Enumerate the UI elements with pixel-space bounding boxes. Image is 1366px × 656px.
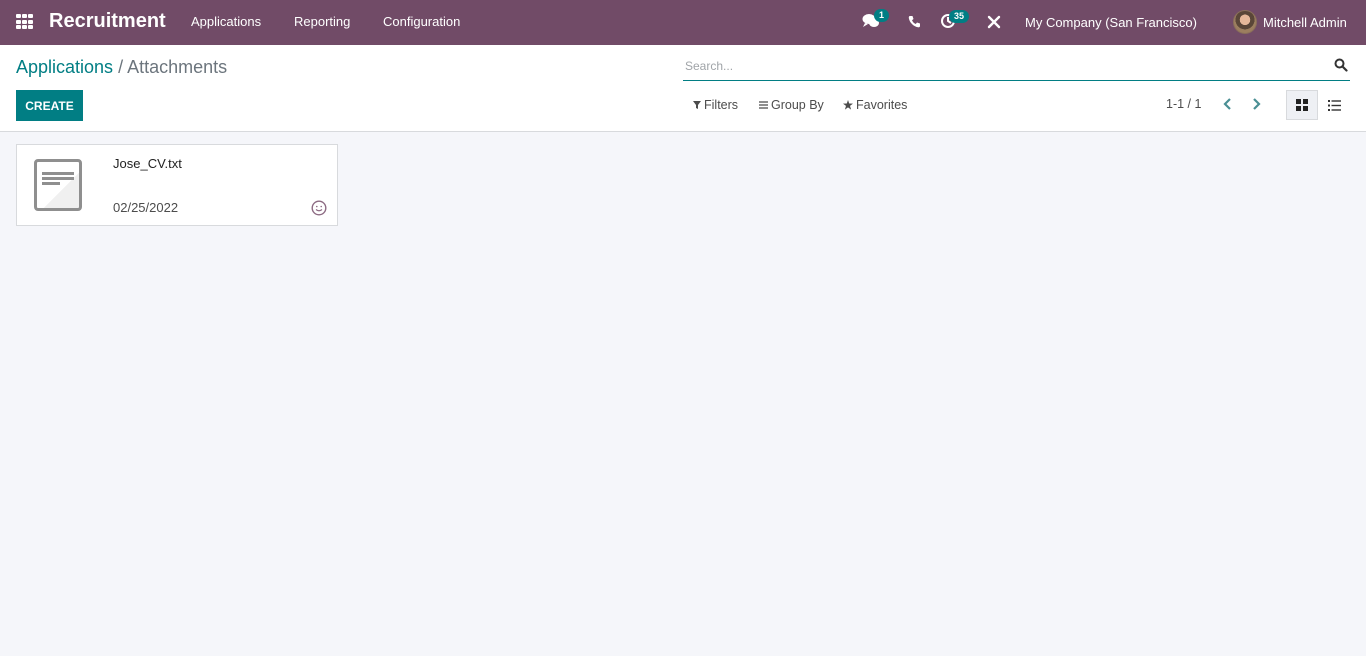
bars-icon	[759, 101, 768, 109]
control-panel: Applications / Attachments CREATE Filter…	[0, 45, 1366, 132]
filters-button[interactable]: Filters	[693, 98, 738, 112]
groupby-button[interactable]: Group By	[759, 98, 824, 112]
attachment-name: Jose_CV.txt	[113, 156, 182, 171]
messages-badge: 1	[874, 9, 890, 22]
text-file-icon	[34, 159, 82, 211]
pager-value[interactable]: 1-1 / 1	[1166, 97, 1201, 111]
kanban-view-button[interactable]	[1286, 90, 1318, 120]
filter-icon	[693, 101, 701, 109]
groupby-label: Group By	[771, 98, 824, 112]
chevron-right-icon[interactable]	[1249, 96, 1263, 112]
activities-button[interactable]: 35	[940, 10, 970, 31]
list-icon	[1327, 99, 1341, 111]
top-navbar: Recruitment Applications Reporting Confi…	[0, 0, 1366, 45]
search-bar	[683, 55, 1350, 81]
attachment-date: 02/25/2022	[113, 200, 179, 215]
breadcrumb-current: Attachments	[127, 57, 228, 77]
breadcrumb: Applications / Attachments	[16, 57, 227, 78]
user-avatar[interactable]	[1233, 10, 1257, 34]
menu-applications[interactable]: Applications	[191, 14, 261, 29]
tools-icon[interactable]	[987, 15, 1001, 29]
filters-label: Filters	[704, 98, 739, 112]
menu-configuration[interactable]: Configuration	[383, 14, 460, 29]
phone-icon[interactable]	[908, 15, 920, 28]
menu-reporting[interactable]: Reporting	[294, 14, 350, 29]
company-switcher[interactable]: My Company (San Francisco)	[1025, 0, 1197, 45]
favorites-label: Favorites	[856, 98, 908, 112]
favorites-button[interactable]: Favorites	[843, 98, 907, 112]
star-icon	[843, 100, 853, 110]
list-view-button[interactable]	[1318, 90, 1350, 120]
breadcrumb-applications-link[interactable]: Applications	[16, 57, 113, 77]
chevron-left-icon[interactable]	[1221, 96, 1235, 112]
messages-button[interactable]: 1	[862, 9, 890, 31]
search-input[interactable]	[683, 55, 1323, 77]
breadcrumb-separator: /	[118, 57, 124, 77]
grid-icon	[1296, 99, 1308, 111]
smile-icon[interactable]	[311, 200, 327, 216]
search-icon[interactable]	[1334, 58, 1348, 72]
app-title[interactable]: Recruitment	[49, 10, 166, 33]
attachment-card[interactable]: Jose_CV.txt 02/25/2022	[16, 144, 338, 226]
create-button[interactable]: CREATE	[16, 90, 83, 121]
activities-badge: 35	[949, 10, 970, 23]
user-menu[interactable]: Mitchell Admin	[1263, 0, 1347, 45]
apps-menu-icon[interactable]	[16, 14, 33, 30]
